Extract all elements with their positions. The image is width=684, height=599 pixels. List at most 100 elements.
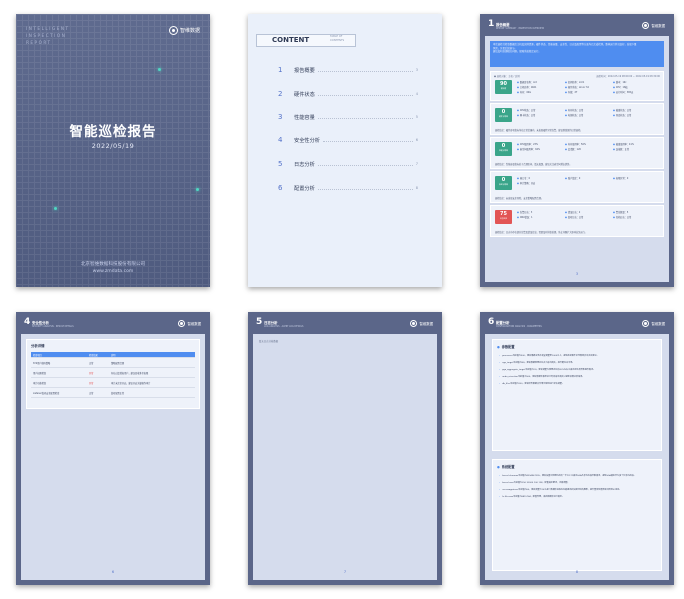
metric-item: 风扇状态：正常: [613, 113, 631, 117]
toc-item-number: 2: [278, 90, 283, 98]
metric-item: 主机名称：db01: [517, 85, 537, 89]
metric-item: 连接数：正常: [613, 147, 629, 151]
config-line: vm.swappiness当前值为60，建议调整为10以减少数据库进程内存被换出…: [499, 488, 657, 491]
metric-item: 运行时间：365天: [613, 90, 633, 94]
badge-label: 健康度: [500, 88, 507, 90]
cell-item: 用户权限检查: [33, 371, 47, 375]
toc-item-number: 1: [278, 66, 283, 74]
logo-text: 智维数据: [179, 28, 200, 34]
summary-line: 建议及时处理相关问题，保障系统稳定运行。: [493, 50, 541, 54]
cover-page[interactable]: INTELLIGENT INSPECTION REPORT 智维数据 智能巡检报…: [16, 14, 210, 287]
toc-item-label: 配置分析: [294, 185, 315, 192]
toc-item-page: 3: [415, 68, 418, 72]
toc-item[interactable]: 3 性能容量 5: [278, 112, 418, 122]
glow-dot: [196, 188, 199, 191]
card-header-line: ● 巡检对象：主机 / 实例 巡检时间：2022-05-19 08:00:00 ~…: [494, 74, 660, 78]
metric-item: 版本：19c: [613, 80, 627, 84]
inspection-target: ● 巡检对象：主机 / 实例: [494, 75, 520, 78]
status-card: ● 巡检对象：主机 / 实例 巡检时间：2022-05-19 08:00:00 ~…: [490, 71, 664, 101]
toc-item-number: 5: [278, 160, 283, 168]
config-line: pga_aggregate_target当前值为2G，建议调整为物理内存的20%…: [499, 368, 657, 371]
metric-item: CPU：16核: [613, 85, 628, 89]
config-line: kernel.shmmax当前值为4294967295，建议设置为物理内存的一半…: [499, 474, 657, 477]
toc-heading-sub: TABLE OF CONTENTS: [330, 35, 344, 42]
toc-item[interactable]: 2 硬件状态 4: [278, 89, 418, 99]
toc-item[interactable]: 5 日志分析 7: [278, 159, 418, 169]
logo-icon: [178, 320, 186, 327]
metric-item: 数据库名称：orcl: [517, 80, 537, 84]
table-row: Listener监听安全配置检查 正常 监听配置正常: [31, 388, 195, 398]
section-heading: 系统配置: [497, 464, 515, 469]
cell-result: 正常: [89, 361, 94, 365]
config-line: fs.file-max当前值为6815744，配置合理，满足数据库运行需求。: [499, 495, 657, 498]
page-body: 5 日志分析 LOG ANALYSIS · ALERT LOG DETAILS …: [253, 317, 437, 580]
metric-item: 账户锁定：0: [565, 176, 580, 180]
metric-item: 表空间使用率：62%: [517, 147, 540, 151]
metric-item: 实例名称：orcl1: [565, 80, 584, 84]
metric-item: 操作系统：Linux 7.6: [565, 85, 589, 89]
metric-item: 错误日志：2: [565, 210, 580, 214]
section-subtitle: CONFIGURATION ANALYSIS · PARAMETERS: [496, 325, 542, 328]
page-body: 6 配置分析 CONFIGURATION ANALYSIS · PARAMETE…: [485, 317, 669, 580]
cover-title: 智能巡检报告: [69, 124, 157, 140]
toc-item-label: 硬件状态: [294, 91, 315, 98]
page-header: 4 安全性分析 SECURITY ANALYSIS · RESULT DETAI…: [21, 317, 205, 334]
toc-item-number: 6: [278, 184, 283, 192]
cell-desc: 审计未完全开启，建议开启关键操作审计: [111, 381, 151, 385]
score-badge: 0 硬件异常数: [495, 108, 512, 122]
section-heading: 参数配置: [497, 344, 515, 349]
section-subtitle: SECURITY ANALYSIS · RESULT DETAILS: [32, 325, 74, 328]
status-card: 0硬件异常数 CPU状态：正常 内存状态：正常 磁盘状态：正常网卡状态：正常 电源状态：…: [490, 103, 664, 135]
metric-item: 存储：2T: [565, 90, 577, 94]
toc-item-label: 日志分析: [294, 161, 315, 168]
glow-dot: [54, 207, 57, 210]
badge-label: 日志风险: [499, 218, 508, 220]
cell-result: 异常: [89, 371, 94, 375]
score-badge: 75 日志风险: [495, 210, 512, 224]
cover-en-line: INSPECTION: [26, 33, 67, 38]
log-page[interactable]: 5 日志分析 LOG ANALYSIS · ALERT LOG DETAILS …: [248, 312, 442, 585]
page-number: 3: [575, 272, 579, 276]
page-header: 1 报告概要 REPORT SUMMARY · INSPECTION OVERV…: [485, 19, 669, 36]
badge-label: 性能异常数: [499, 150, 508, 152]
toc-page[interactable]: CONTENT TABLE OF CONTENTS 1 报告概要 3 2 硬件状态 4 3 性…: [248, 14, 442, 287]
header-logo: 智维数据: [642, 320, 665, 327]
table-title: 分析详情: [31, 344, 45, 348]
logo-icon: [642, 320, 650, 327]
status-card: 75日志风险 告警日志：3 错误日志：2 警告数量：5 ORA错误：1 监听日志：正常 归档…: [490, 205, 664, 237]
section-number: 4: [24, 317, 31, 327]
config-page[interactable]: 6 配置分析 CONFIGURATION ANALYSIS · PARAMETE…: [480, 312, 674, 585]
system-config-section: 系统配置 kernel.shmmax当前值为4294967295，建议设置为物理…: [492, 459, 662, 571]
cell-item: Listener监听安全配置检查: [33, 391, 60, 395]
logo-icon: [410, 320, 418, 327]
section-number: 5: [256, 317, 263, 327]
page-number: 8: [575, 570, 579, 574]
config-line: kernel.sem当前值为250 32000 100 128，配置满足要求，无…: [499, 481, 657, 484]
card-conclusion: 巡检结论：性能容量指标处于合理区间，暂无瓶颈，建议关注表空间增长趋势。: [495, 163, 572, 166]
metric-item: 警告数量：5: [613, 210, 628, 214]
logo-text: 智维数据: [419, 322, 433, 326]
toc-item[interactable]: 6 配置分析 8: [278, 183, 418, 193]
cell-desc: 存在过度授权用户，建议回收多余权限: [111, 371, 149, 375]
column-header: 说明: [111, 353, 116, 357]
toc-item[interactable]: 1 报告概要 3: [278, 65, 418, 75]
cell-result: 异常: [89, 381, 94, 385]
badge-label: 硬件异常数: [499, 116, 508, 118]
page-number: 7: [343, 570, 347, 574]
company-website: www.zmdata.com: [92, 269, 134, 274]
column-header: 检查项目: [33, 353, 42, 357]
metric-item: 内存使用率：56%: [565, 142, 586, 146]
summary-line: 本次巡检共检查数据库主机及实例资源，硬件状态、性能容量、安全性、日志及配置等方面…: [493, 43, 637, 46]
toc-leader-dots: [317, 117, 413, 119]
page-number: 6: [111, 570, 115, 574]
toc-item-page: 8: [415, 186, 418, 190]
metric-item: 会话数：120: [565, 147, 581, 151]
toc-item-page: 7: [415, 162, 418, 166]
summary-page[interactable]: 1 报告概要 REPORT SUMMARY · INSPECTION OVERV…: [480, 14, 674, 287]
security-page[interactable]: 4 安全性分析 SECURITY ANALYSIS · RESULT DETAI…: [16, 312, 210, 585]
card-conclusion: 巡检结论：硬件各项指标均在正常范围内，未发现硬件异常告警，建议继续保持日常巡检。: [495, 129, 583, 132]
table-row: 审计功能检查 异常 审计未完全开启，建议开启关键操作审计: [31, 378, 195, 388]
toc-leader-dots: [317, 164, 413, 166]
toc-item[interactable]: 4 安全性分析 6: [278, 135, 418, 145]
cell-item: 审计功能检查: [33, 381, 47, 385]
